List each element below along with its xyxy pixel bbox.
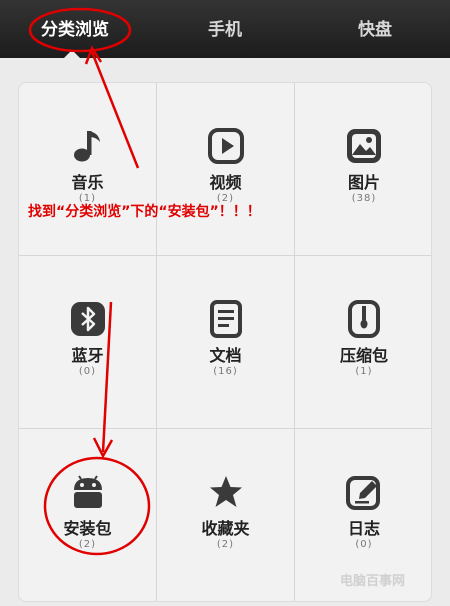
- category-label: 文档: [209, 346, 242, 365]
- image-icon: [347, 129, 381, 163]
- category-count: (38): [351, 193, 377, 204]
- category-bluetooth[interactable]: 蓝牙 (0): [19, 256, 157, 429]
- category-documents[interactable]: 文档 (16): [157, 256, 295, 429]
- star-icon: [209, 476, 242, 507]
- tab-phone[interactable]: 手机: [150, 0, 300, 58]
- category-count: (0): [355, 539, 373, 550]
- category-music[interactable]: 音乐 (1): [19, 83, 157, 256]
- active-tab-caret: [63, 50, 81, 59]
- category-grid: 音乐 (1) 视频 (2) 图片 (38) 蓝牙 (0) 文档 (16) 压缩包…: [18, 82, 432, 602]
- category-count: (2): [78, 539, 97, 550]
- category-install-packages[interactable]: 安装包 (2): [19, 429, 157, 601]
- watermark: 电脑百事网: [340, 574, 406, 589]
- music-icon: [73, 131, 100, 162]
- category-count: (1): [355, 366, 373, 377]
- category-count: (0): [78, 366, 97, 377]
- category-video[interactable]: 视频 (2): [157, 83, 295, 256]
- category-count: (2): [216, 539, 235, 550]
- archive-icon: [348, 300, 380, 338]
- category-favorites[interactable]: 收藏夹 (2): [157, 429, 295, 601]
- play-icon: [207, 128, 244, 164]
- category-archives[interactable]: 压缩包 (1): [295, 256, 431, 429]
- category-pictures[interactable]: 图片 (38): [295, 83, 431, 256]
- category-label: 图片: [347, 173, 380, 192]
- edit-icon: [346, 476, 380, 510]
- category-label: 压缩包: [339, 346, 388, 365]
- annotation-text: 找到“分类浏览”下的“安装包”！！！: [28, 204, 261, 220]
- document-icon: [209, 300, 242, 338]
- category-label: 视频: [209, 173, 242, 192]
- category-label: 安装包: [63, 519, 112, 538]
- android-icon: [73, 475, 102, 508]
- top-tab-bar: 分类浏览 手机 快盘: [0, 0, 450, 59]
- category-label: 音乐: [71, 173, 104, 192]
- category-label: 日志: [347, 519, 380, 538]
- tab-kuaipan[interactable]: 快盘: [300, 0, 450, 58]
- category-count: (16): [213, 366, 238, 377]
- category-label: 蓝牙: [71, 346, 104, 365]
- bluetooth-icon: [70, 302, 105, 336]
- category-label: 收藏夹: [201, 519, 250, 538]
